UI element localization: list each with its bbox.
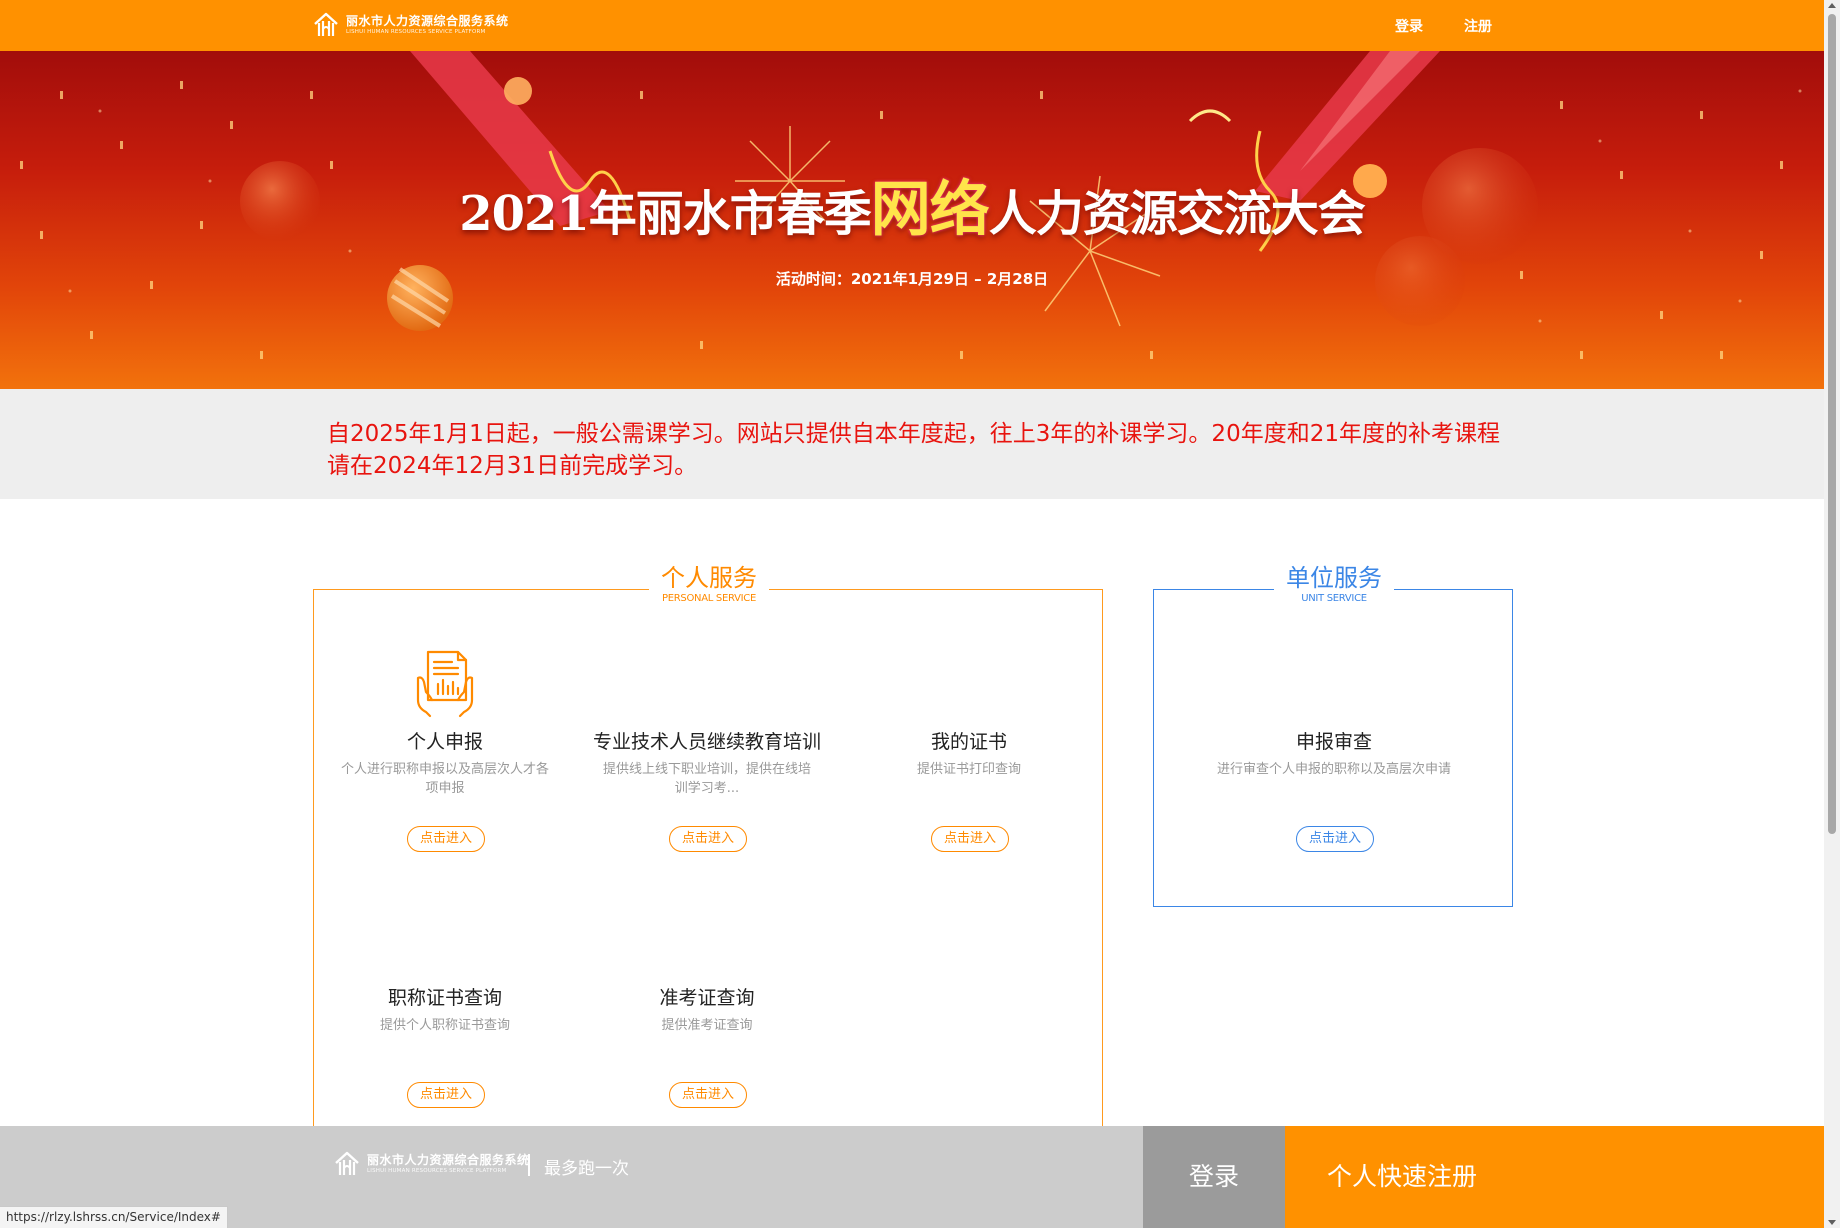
service-desc: 提供证书打印查询: [916, 762, 1021, 777]
enter-button[interactable]: 点击进入: [669, 826, 747, 852]
service-title: 个人申报: [406, 731, 483, 753]
banner-title-suffix: 人力资源交流大会: [988, 186, 1366, 242]
banner-title: 2021年丽水市春季网络人力资源交流大会: [0, 161, 1824, 248]
unit-service-heading: 单位服务 UNIT SERVICE: [1274, 563, 1394, 605]
service-item-my-certificate: 我的证书 提供证书打印查询 点击进入: [838, 648, 1100, 868]
footer-logo-title: 丽水市人力资源综合服务系统: [367, 1152, 530, 1167]
banner-title-prefix: 2021年丽水市春季: [459, 186, 872, 242]
service-desc: 提供个人职称证书查询: [379, 1018, 510, 1033]
service-icon-placeholder: [838, 648, 1100, 718]
enter-button[interactable]: 点击进入: [407, 826, 485, 852]
logo-house-icon: [314, 12, 338, 36]
document-hands-icon: [416, 650, 474, 718]
service-title: 职称证书查询: [387, 987, 502, 1009]
service-item-admission-ticket-query: 准考证查询 提供准考证查询 点击进入: [576, 904, 838, 1124]
service-icon-placeholder: [1203, 648, 1465, 718]
logo-house-icon: [335, 1151, 359, 1175]
unit-service-title: 单位服务: [1286, 564, 1382, 592]
banner-title-highlight: 网络: [870, 175, 990, 245]
scrollbar-thumb[interactable]: [1828, 14, 1836, 834]
service-icon-placeholder: [576, 904, 838, 974]
site-logo[interactable]: 丽水市人力资源综合服务系统 LISHUI HUMAN RESOURCES SER…: [312, 10, 509, 40]
footer-logo: 丽水市人力资源综合服务系统 LISHUI HUMAN RESOURCES SER…: [333, 1150, 530, 1178]
service-desc: 进行审查个人申报的职称以及高层次申请: [1216, 762, 1451, 777]
footer-quick-register-button[interactable]: 个人快速注册: [1285, 1126, 1824, 1228]
enter-button[interactable]: 点击进入: [1296, 826, 1374, 852]
login-link[interactable]: 登录: [1395, 16, 1423, 36]
personal-service-heading: 个人服务 PERSONAL SERVICE: [649, 563, 769, 605]
service-title: 专业技术人员继续教育培训: [592, 731, 821, 753]
register-link[interactable]: 注册: [1464, 16, 1492, 36]
service-title: 我的证书: [930, 731, 1007, 753]
personal-service-panel: 个人服务 PERSONAL SERVICE 个人申报 个人进行职称申报以及高层次…: [313, 563, 1103, 1149]
service-icon-placeholder: [314, 904, 576, 974]
service-title: 申报审查: [1295, 731, 1372, 753]
logo-title: 丽水市人力资源综合服务系统: [346, 13, 509, 28]
unit-service-panel: 单位服务 UNIT SERVICE 申报审查 进行审查个人申报的职称以及高层次申…: [1153, 563, 1513, 907]
top-nav-bar: 丽水市人力资源综合服务系统 LISHUI HUMAN RESOURCES SER…: [0, 0, 1824, 51]
personal-service-title: 个人服务: [661, 564, 757, 592]
unit-service-subtitle: UNIT SERVICE: [1301, 593, 1367, 604]
footer-logo-subtitle: LISHUI HUMAN RESOURCES SERVICE PLATFORM: [367, 1167, 507, 1174]
notice-text: 自2025年1月1日起，一般公需课学习。网站只提供自本年度起，往上3年的补课学习…: [327, 421, 1500, 479]
service-item-personal-declare: 个人申报 个人进行职称申报以及高层次人才各项申报 点击进入: [314, 648, 576, 868]
banner-date: 活动时间：2021年1月29日 – 2月28日: [775, 270, 1049, 288]
service-desc: 个人进行职称申报以及高层次人才各项申报: [340, 762, 549, 796]
service-item-continuing-education: 专业技术人员继续教育培训 提供线上线下职业培训，提供在线培训学习考... 点击进…: [576, 648, 838, 868]
scroll-down-arrow-icon[interactable]: [1828, 1220, 1836, 1225]
footer-bar: 丽水市人力资源综合服务系统 LISHUI HUMAN RESOURCES SER…: [0, 1126, 1824, 1228]
service-icon-placeholder: [576, 648, 838, 718]
status-url-tooltip: https://rlzy.lshrss.cn/Service/Index#: [0, 1206, 228, 1228]
service-desc: 提供准考证查询: [661, 1018, 753, 1033]
personal-service-subtitle: PERSONAL SERVICE: [662, 593, 756, 604]
footer-login-button[interactable]: 登录: [1143, 1126, 1285, 1228]
service-item-declaration-review: 申报审查 进行审查个人申报的职称以及高层次申请 点击进入: [1203, 648, 1465, 868]
notice-bar: 自2025年1月1日起，一般公需课学习。网站只提供自本年度起，往上3年的补课学习…: [0, 389, 1824, 499]
service-desc: 提供线上线下职业培训，提供在线培训学习考...: [602, 762, 811, 796]
footer-divider: [528, 1154, 530, 1176]
enter-button[interactable]: 点击进入: [407, 1082, 485, 1108]
logo-subtitle: LISHUI HUMAN RESOURCES SERVICE PLATFORM: [346, 28, 486, 35]
service-title: 准考证查询: [659, 987, 755, 1009]
event-banner[interactable]: 2021年丽水市春季网络人力资源交流大会 活动时间：2021年1月29日 – 2…: [0, 51, 1824, 389]
footer-slogan: 最多跑一次: [544, 1159, 629, 1179]
service-item-title-certificate-query: 职称证书查询 提供个人职称证书查询 点击进入: [314, 904, 576, 1124]
enter-button[interactable]: 点击进入: [931, 826, 1009, 852]
enter-button[interactable]: 点击进入: [669, 1082, 747, 1108]
scroll-up-arrow-icon[interactable]: [1828, 3, 1836, 8]
page-scrollbar[interactable]: [1824, 0, 1840, 1228]
